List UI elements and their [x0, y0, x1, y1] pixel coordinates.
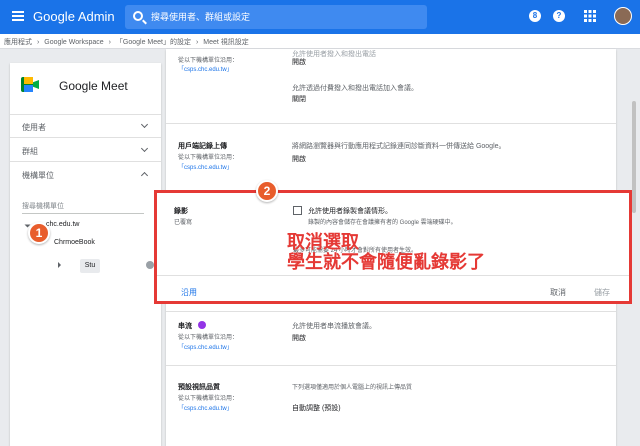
- search-box[interactable]: [125, 5, 427, 29]
- recording-checkbox[interactable]: [293, 206, 302, 215]
- inherit-link[interactable]: 「csps.chc.edu.tw」: [178, 403, 233, 412]
- divider: [10, 114, 161, 115]
- inherit-text: 從以下機構單位沿用：: [178, 155, 239, 161]
- setting-description: 允許透過付費撥入和撥出電話加入會議。: [292, 85, 418, 92]
- setting-title[interactable]: 串流: [178, 321, 192, 331]
- divider: [166, 365, 616, 366]
- divider: [157, 275, 629, 276]
- scrollbar-thumb[interactable]: [632, 101, 636, 213]
- setting-title[interactable]: 預設視訊品質: [178, 382, 220, 392]
- tree-item-stu[interactable]: Stu: [80, 259, 100, 273]
- setting-value: 開啟: [292, 59, 306, 66]
- breadcrumb-workspace[interactable]: Google Workspace: [44, 39, 103, 46]
- annotation-line-2: 學生就不會隨便亂錄影了: [287, 252, 485, 272]
- setting-value: 關閉: [292, 96, 306, 103]
- recording-section: 錄影 已覆寫 允許使用者錄製會議情形。 錄製的內容會儲存在會議擁有者的 Goog…: [154, 190, 632, 304]
- setting-value: 開啟: [292, 335, 306, 342]
- divider: [10, 161, 161, 162]
- breadcrumb-video-settings: Meet 視訊設定: [203, 39, 249, 46]
- override-status: 已覆寫: [174, 220, 193, 226]
- notification-icon[interactable]: 8: [529, 10, 541, 22]
- sidebar-item-org-units[interactable]: 機構單位: [22, 170, 54, 181]
- checkbox-sublabel: 錄製的內容會儲存在會議擁有者的 Google 雲端硬碟中。: [308, 220, 457, 226]
- divider: [166, 123, 616, 124]
- setting-description: 將網路瀏覽器與行動應用程式記錄連同診斷資料一併傳送給 Google。: [292, 143, 506, 150]
- setting-title[interactable]: 用戶端記錄上傳: [178, 141, 227, 151]
- breadcrumb-separator: ›: [108, 39, 111, 46]
- inherit-link[interactable]: 「csps.chc.edu.tw」: [178, 342, 233, 351]
- chevron-up-icon[interactable]: [140, 171, 149, 180]
- breadcrumb: 應用程式 › Google Workspace › 「Google Meet」的…: [0, 34, 640, 49]
- breadcrumb-apps[interactable]: 應用程式: [4, 39, 32, 46]
- tree-item-root[interactable]: chc.edu.tw: [46, 221, 79, 228]
- search-icon: [133, 11, 143, 21]
- resize-handle[interactable]: [146, 261, 154, 269]
- breadcrumb-separator: ›: [36, 39, 40, 46]
- cancel-button[interactable]: 取消: [550, 287, 566, 298]
- breadcrumb-separator: ›: [195, 39, 199, 46]
- chevron-down-icon[interactable]: [140, 144, 149, 153]
- sidebar-item-groups[interactable]: 群組: [22, 146, 38, 157]
- chevron-down-icon[interactable]: [140, 120, 149, 129]
- sidebar-item-users[interactable]: 使用者: [22, 122, 46, 133]
- expand-arrow-icon[interactable]: [58, 262, 61, 268]
- help-icon[interactable]: ?: [553, 10, 565, 22]
- apps-grid-icon[interactable]: [584, 10, 596, 22]
- app-title: Google Meet: [59, 79, 128, 93]
- step-marker-2: 2: [256, 180, 278, 202]
- inherit-button[interactable]: 沿用: [181, 287, 197, 298]
- brand-title[interactable]: Google Admin: [33, 9, 115, 24]
- setting-value: 開啟: [292, 156, 306, 163]
- inherit-link[interactable]: 「csps.chc.edu.tw」: [178, 162, 233, 171]
- sidebar: Google Meet 使用者 群組 機構單位 搜尋機構單位 chc.edu.t…: [10, 63, 161, 446]
- setting-value: 自動調整 (預設): [292, 405, 341, 412]
- divider: [22, 213, 144, 214]
- annotation-line-1: 取消選取: [287, 232, 359, 252]
- checkbox-label[interactable]: 允許使用者錄製會議情形。: [308, 206, 392, 216]
- google-meet-logo-icon: [21, 77, 39, 92]
- search-input[interactable]: [151, 5, 421, 29]
- breadcrumb-meet-settings[interactable]: 「Google Meet」的設定: [116, 39, 191, 46]
- divider: [166, 311, 616, 312]
- scrollbar[interactable]: [626, 49, 636, 446]
- tree-item-chromebook[interactable]: ChrmoeBook: [54, 239, 95, 246]
- setting-description: 允許使用者串流播放會議。: [292, 323, 376, 330]
- inherit-link[interactable]: 「csps.chc.edu.tw」: [178, 64, 233, 73]
- inherit-text: 從以下機構單位沿用：: [178, 58, 239, 64]
- inherit-text: 從以下機構單位沿用：: [178, 396, 239, 402]
- setting-description: 下列選項僅適用於個人電腦上的視訊上傳品質: [292, 385, 413, 391]
- inherit-text: 從以下機構單位沿用：: [178, 335, 239, 341]
- org-unit-search-input[interactable]: 搜尋機構單位: [22, 201, 64, 211]
- premium-badge-icon: [198, 321, 206, 329]
- save-button[interactable]: 儲存: [594, 287, 610, 298]
- divider: [10, 137, 161, 138]
- menu-icon[interactable]: [12, 11, 24, 21]
- setting-title: 錄影: [174, 208, 188, 215]
- top-bar: Google Admin 8 ?: [0, 0, 640, 34]
- avatar[interactable]: [614, 7, 632, 25]
- step-marker-1: 1: [28, 222, 50, 244]
